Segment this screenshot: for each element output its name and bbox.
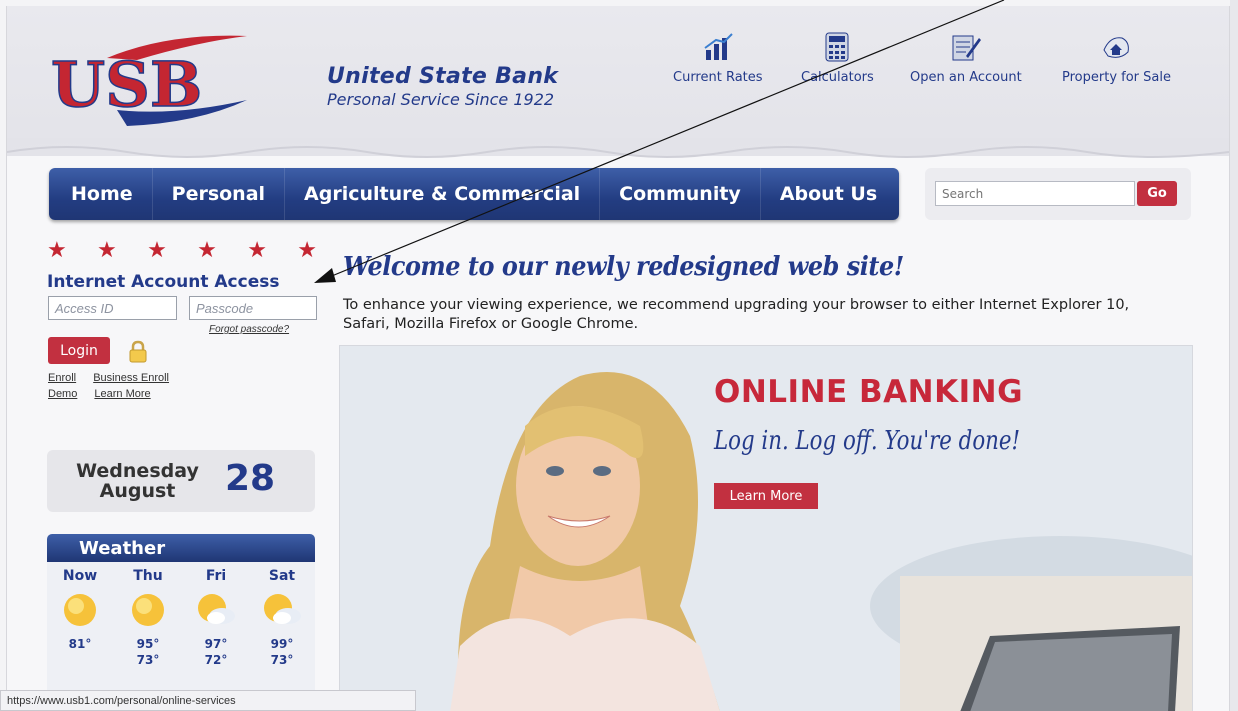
hero-banner: ONLINE BANKING Log in. Log off. You're d…: [339, 345, 1193, 711]
business-enroll-link[interactable]: Business Enroll: [93, 372, 169, 384]
bank-name[interactable]: United State Bank: [327, 64, 558, 89]
date-weekday: Wednesday: [76, 460, 199, 482]
quick-link-label: Open an Account: [910, 70, 1022, 85]
account-access-title: Internet Account Access: [47, 272, 280, 292]
weather-day-fri: Fri 97° 72°: [187, 568, 245, 668]
learn-more-link[interactable]: Learn More: [94, 388, 150, 400]
intro-text: To enhance your viewing experience, we r…: [343, 297, 1130, 332]
hero-title: ONLINE BANKING: [714, 374, 1024, 410]
quick-link-open-account[interactable]: Open an Account: [910, 30, 1022, 85]
search-panel: Go: [925, 168, 1191, 220]
browser-viewport: USB United State Bank Personal Service S…: [6, 6, 1230, 711]
hero-subtitle: Log in. Log off. You're done!: [714, 426, 1021, 456]
search-go-button[interactable]: Go: [1137, 181, 1177, 206]
star-icon: ★: [47, 238, 67, 263]
quick-link-calculators[interactable]: Calculators: [801, 30, 874, 85]
lock-icon: [129, 340, 147, 363]
date-widget: Wednesday August 28: [47, 450, 315, 512]
login-button[interactable]: Login: [48, 337, 110, 364]
weather-low: 72°: [204, 653, 228, 667]
vertical-scrollbar[interactable]: [1230, 0, 1238, 711]
search-input[interactable]: [935, 181, 1135, 206]
bar-chart-icon: [701, 30, 735, 64]
calculator-icon: [820, 30, 854, 64]
weather-low: 73°: [136, 653, 160, 667]
main-nav: Home Personal Agriculture & Commercial C…: [49, 168, 899, 220]
weather-day-label: Now: [62, 568, 98, 584]
access-id-field[interactable]: Access ID: [48, 296, 177, 320]
nav-about-us[interactable]: About Us: [761, 168, 896, 220]
date-day: 28: [225, 458, 276, 499]
usb-logo[interactable]: USB: [47, 28, 302, 133]
weather-title: Weather: [47, 534, 315, 562]
decorative-stars: ★ ★ ★ ★ ★ ★: [47, 238, 317, 263]
weather-day-label: Sat: [268, 568, 296, 584]
nav-agriculture-commercial[interactable]: Agriculture & Commercial: [285, 168, 601, 220]
weather-day-thu: Thu 95° 73°: [119, 568, 177, 668]
date-weekday-month: Wednesday August: [65, 461, 210, 501]
enroll-links-row: Enroll Business Enroll: [48, 372, 183, 384]
status-bar-url: https://www.usb1.com/personal/online-ser…: [0, 690, 416, 711]
weather-day-label: Thu: [133, 568, 163, 584]
quick-link-label: Current Rates: [673, 70, 763, 85]
date-month: August: [99, 480, 176, 502]
quick-link-current-rates[interactable]: Current Rates: [673, 30, 763, 85]
welcome-heading: Welcome to our newly redesigned web site…: [343, 252, 904, 282]
star-icon: ★: [247, 238, 267, 263]
weather-day-label: Fri: [205, 568, 227, 584]
quick-link-label: Calculators: [801, 70, 874, 85]
form-pen-icon: [949, 30, 983, 64]
star-icon: ★: [147, 238, 167, 263]
weather-low: 73°: [270, 653, 294, 667]
weather-day-sat: Sat 99° 73°: [253, 568, 311, 668]
forgot-passcode-link[interactable]: Forgot passcode?: [209, 324, 289, 335]
quick-link-label: Property for Sale: [1062, 70, 1171, 85]
logo-text: USB: [51, 48, 202, 121]
demo-link[interactable]: Demo: [48, 388, 77, 400]
sun-icon: [128, 590, 168, 630]
star-icon: ★: [297, 238, 317, 263]
nav-home[interactable]: Home: [49, 168, 153, 220]
sun-icon: [60, 590, 100, 630]
passcode-field[interactable]: Passcode: [189, 296, 317, 320]
weather-high: 95°: [136, 637, 160, 651]
nav-community[interactable]: Community: [600, 168, 761, 220]
weather-day-now: Now 81°: [51, 568, 109, 652]
hero-learn-more-button[interactable]: Learn More: [714, 483, 818, 509]
quick-link-property-sale[interactable]: Property for Sale: [1062, 30, 1171, 85]
star-icon: ★: [97, 238, 117, 263]
weather-high: 81°: [68, 637, 92, 651]
weather-high: 99°: [270, 637, 294, 651]
partly-cloudy-icon: [196, 590, 236, 630]
weather-widget: Weather Now 81° Thu 95° 73° Fri 97° 72° …: [47, 534, 315, 704]
partly-cloudy-icon: [262, 590, 302, 630]
demo-links-row: Demo Learn More: [48, 388, 165, 400]
enroll-link[interactable]: Enroll: [48, 372, 76, 384]
bank-tagline: Personal Service Since 1922: [327, 90, 555, 109]
house-tag-icon: [1099, 30, 1133, 64]
star-icon: ★: [197, 238, 217, 263]
weather-high: 97°: [204, 637, 228, 651]
nav-personal[interactable]: Personal: [153, 168, 286, 220]
